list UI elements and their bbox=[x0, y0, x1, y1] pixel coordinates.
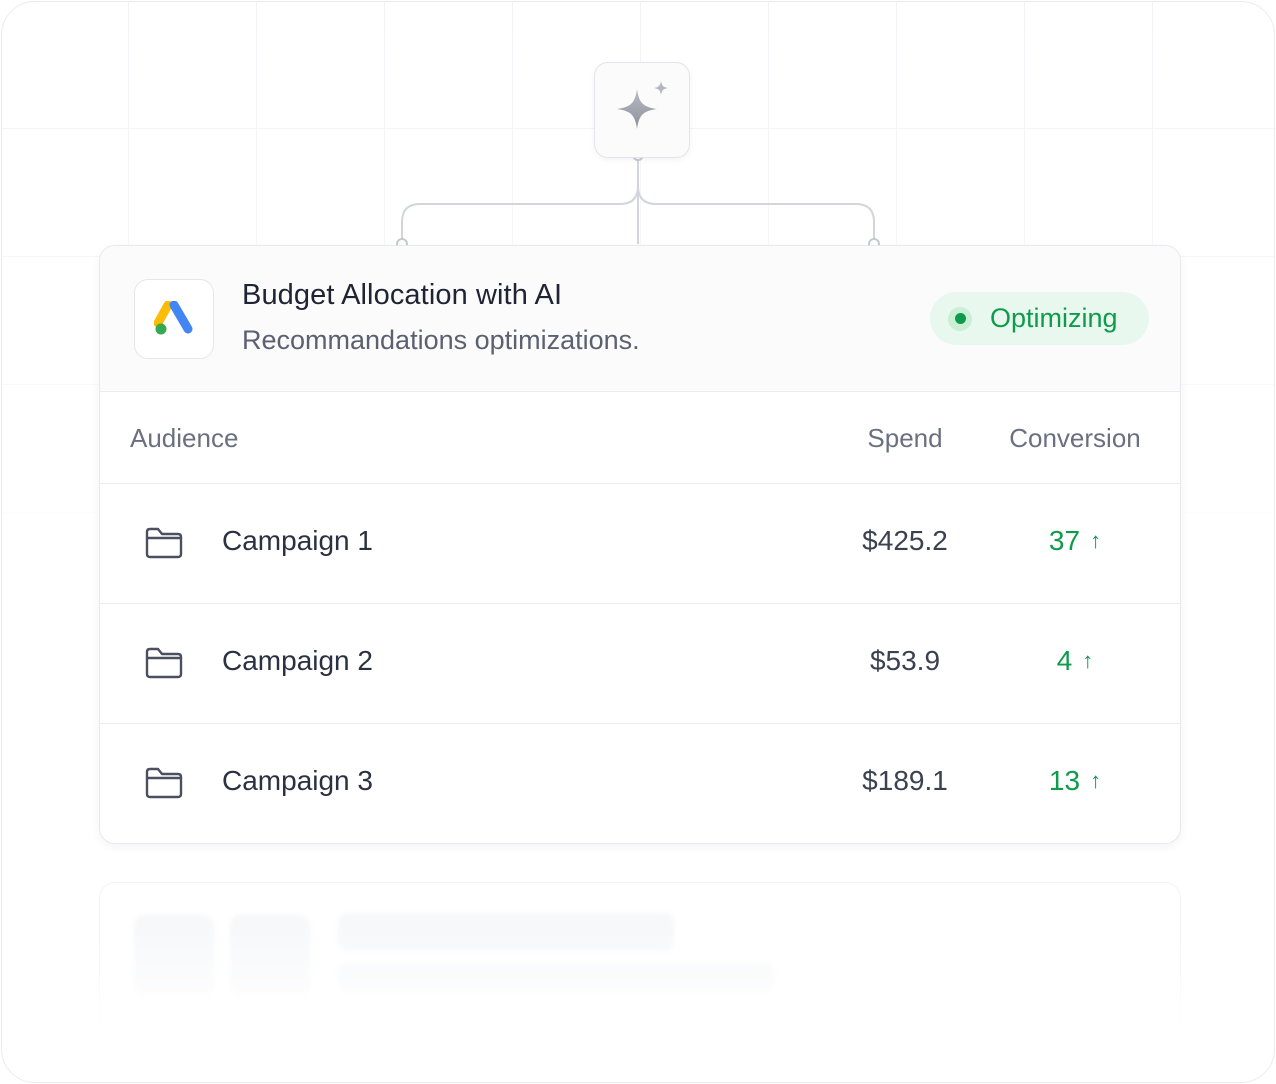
column-header-conversion[interactable]: Conversion bbox=[1000, 423, 1150, 454]
campaign-name: Campaign 2 bbox=[222, 645, 373, 676]
placeholder-block bbox=[134, 915, 214, 995]
arrow-up-icon: ↑ bbox=[1090, 528, 1102, 553]
folder-icon bbox=[145, 767, 183, 799]
arrow-up-icon: ↑ bbox=[1082, 648, 1094, 673]
campaign-spend: $425.2 bbox=[862, 525, 948, 556]
campaign-spend: $53.9 bbox=[869, 645, 941, 676]
folder-icon bbox=[145, 527, 183, 559]
card-subtitle: Recommandations optimizations. bbox=[242, 325, 640, 355]
column-header-spend[interactable]: Spend bbox=[840, 423, 970, 454]
table-header: Audience Spend Conversion bbox=[100, 392, 1180, 484]
campaign-conversion: 37 ↑ bbox=[1000, 525, 1150, 557]
card-title: Budget Allocation with AI bbox=[242, 279, 563, 311]
status-label: Optimizing bbox=[990, 303, 1118, 333]
table-row[interactable]: Campaign 1 $425.2 37 ↑ bbox=[100, 484, 1180, 604]
arrow-up-icon: ↑ bbox=[1090, 768, 1102, 793]
table-row[interactable]: Campaign 3 $189.1 13 ↑ bbox=[100, 724, 1180, 843]
conversion-value: 37 bbox=[1048, 525, 1081, 556]
placeholder-line bbox=[338, 963, 774, 993]
placeholder-block bbox=[230, 915, 310, 995]
sparkle-icon bbox=[617, 81, 668, 129]
table-row[interactable]: Campaign 2 $53.9 4 ↑ bbox=[100, 604, 1180, 724]
conversion-value: 4 bbox=[1056, 645, 1073, 676]
folder-icon bbox=[145, 647, 183, 679]
google-ads-icon bbox=[154, 301, 193, 335]
status-dot-icon bbox=[948, 306, 972, 331]
budget-card: Budget Allocation with AI Recommandation… bbox=[99, 245, 1181, 844]
campaign-conversion: 13 ↑ bbox=[1000, 765, 1150, 797]
placeholder-line bbox=[338, 913, 674, 951]
conversion-value: 13 bbox=[1048, 765, 1081, 796]
campaign-name: Campaign 1 bbox=[222, 525, 373, 556]
ai-node[interactable] bbox=[594, 62, 690, 158]
campaign-name: Campaign 3 bbox=[222, 765, 373, 796]
placeholder-card bbox=[99, 882, 1181, 1032]
column-header-audience[interactable]: Audience bbox=[130, 423, 238, 454]
app-frame: Budget Allocation with AI Recommandation… bbox=[1, 1, 1275, 1083]
card-header: Budget Allocation with AI Recommandation… bbox=[100, 246, 1180, 392]
status-badge: Optimizing bbox=[930, 292, 1149, 345]
campaign-spend: $189.1 bbox=[862, 765, 948, 796]
google-ads-logo bbox=[134, 279, 214, 359]
campaign-conversion: 4 ↑ bbox=[1000, 645, 1150, 677]
